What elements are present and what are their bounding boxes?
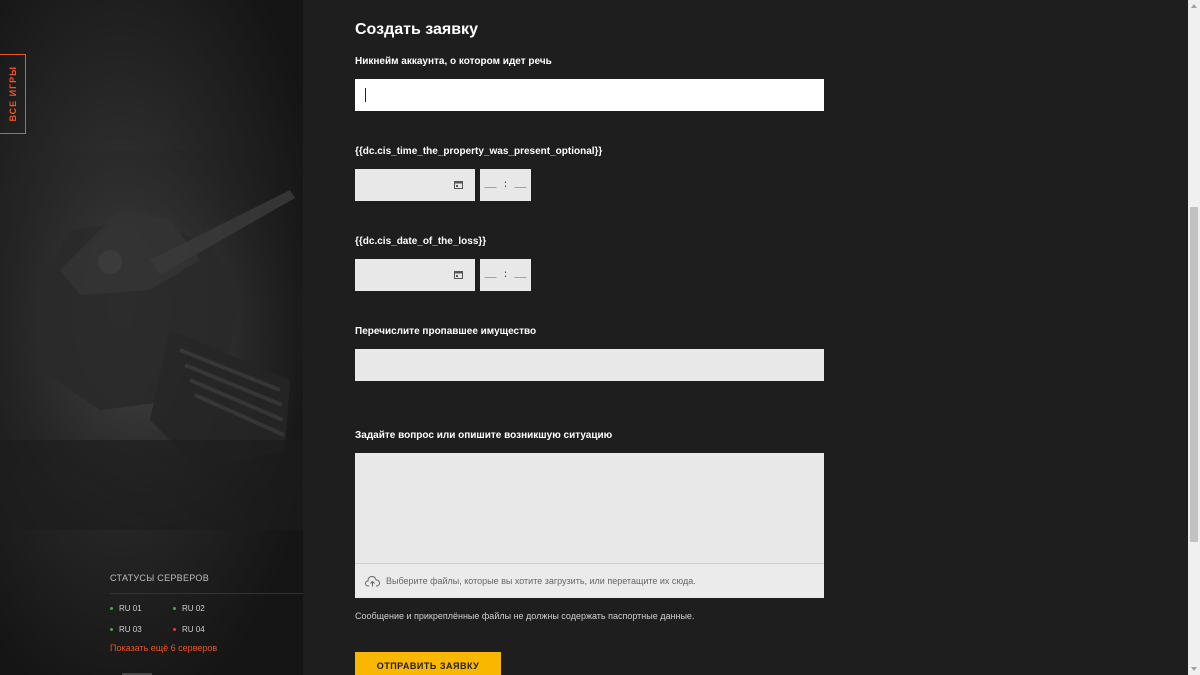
server-item: RU 04: [173, 625, 236, 634]
nickname-input[interactable]: [355, 79, 824, 111]
left-panel: ВСЕ ИГРЫ СТАТУСЫ СЕРВЕРОВ RU 01 RU 02 RU…: [0, 0, 303, 675]
text-cursor: [365, 88, 366, 102]
file-upload-dropzone[interactable]: Выберите файлы, которые вы хотите загруз…: [355, 563, 824, 598]
property-input[interactable]: [355, 349, 824, 381]
status-dot: [173, 628, 176, 631]
submit-button[interactable]: ОТПРАВИТЬ ЗАЯВКУ: [355, 652, 501, 675]
server-status-title: СТАТУСЫ СЕРВЕРОВ: [110, 573, 210, 583]
scroll-up-arrow[interactable]: [1191, 4, 1197, 8]
server-name: RU 01: [119, 604, 142, 613]
server-status-block: СТАТУСЫ СЕРВЕРОВ RU 01 RU 02 RU 03 RU 04…: [110, 573, 303, 653]
date-loss-label: {{dc.cis_date_of_the_loss}}: [355, 236, 487, 247]
page-title: Создать заявку: [355, 21, 478, 38]
time-present-time-input[interactable]: __ : __: [480, 169, 531, 201]
server-name: RU 04: [182, 625, 205, 634]
all-games-tab[interactable]: ВСЕ ИГРЫ: [0, 54, 26, 134]
upload-instructions: Выберите файлы, которые вы хотите загруз…: [386, 576, 696, 586]
question-label: Задайте вопрос или опишите возникшую сит…: [355, 430, 613, 441]
main-content: Создать заявку Никнейм аккаунта, о котор…: [303, 0, 1188, 675]
server-item: RU 01: [110, 604, 173, 613]
server-list: RU 01 RU 02 RU 03 RU 04: [110, 604, 303, 634]
server-name: RU 03: [119, 625, 142, 634]
show-more-servers-link[interactable]: Показать ещё 6 серверов: [110, 643, 303, 653]
calendar-icon[interactable]: [454, 270, 463, 279]
server-item: RU 02: [173, 604, 236, 613]
date-loss-time-input[interactable]: __ : __: [480, 259, 531, 291]
server-name: RU 02: [182, 604, 205, 613]
time-present-date-input[interactable]: [355, 169, 475, 201]
time-present-label: {{dc.cis_time_the_property_was_present_o…: [355, 146, 603, 157]
cloud-upload-icon: [365, 575, 380, 586]
nickname-field-wrap: [355, 79, 824, 111]
nickname-label: Никнейм аккаунта, о котором идет речь: [355, 56, 552, 67]
question-textarea[interactable]: [355, 453, 824, 563]
privacy-note: Сообщение и прикреплённые файлы не должн…: [355, 611, 695, 621]
status-dot: [173, 607, 176, 610]
status-dot: [110, 628, 113, 631]
status-dot: [110, 607, 113, 610]
all-games-label: ВСЕ ИГРЫ: [7, 66, 18, 122]
scroll-thumb[interactable]: [1190, 207, 1198, 542]
scrollbar[interactable]: [1188, 0, 1200, 675]
tank-illustration: [0, 150, 303, 530]
server-item: RU 03: [110, 625, 173, 634]
calendar-icon[interactable]: [454, 180, 463, 189]
scroll-down-arrow[interactable]: [1191, 667, 1197, 671]
property-label: Перечислите пропавшее имущество: [355, 326, 537, 337]
divider: [110, 593, 303, 594]
date-loss-date-input[interactable]: [355, 259, 475, 291]
